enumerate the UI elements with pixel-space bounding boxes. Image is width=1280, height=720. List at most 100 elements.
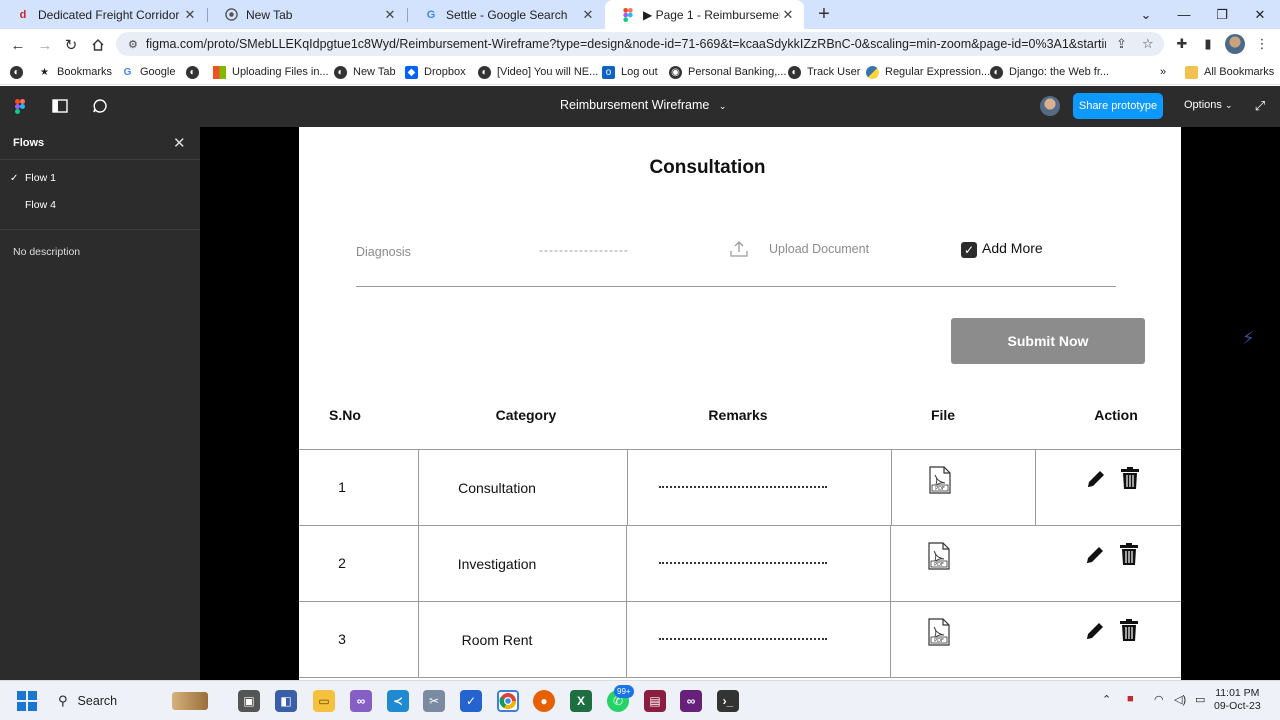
cell-remarks[interactable]: [659, 562, 827, 564]
svg-text:PDF: PDF: [934, 638, 944, 644]
back-icon[interactable]: ←: [7, 34, 29, 56]
bookmark-globe[interactable]: ◐: [186, 63, 205, 81]
tab-title: Dedicated Freight Corridor Corp: [38, 7, 182, 22]
options-menu[interactable]: Options ⌄: [1184, 99, 1233, 111]
comment-icon[interactable]: [91, 97, 109, 115]
windows-start-icon[interactable]: [17, 691, 37, 711]
tray-overflow-icon[interactable]: ⌃: [1102, 693, 1111, 706]
visual-studio-icon[interactable]: ∞: [350, 690, 372, 712]
profile-avatar[interactable]: [1225, 34, 1245, 54]
tab-dfcc[interactable]: d Dedicated Freight Corridor Corp ✕: [0, 0, 206, 29]
bookmark-personal-banking[interactable]: ◉ Personal Banking,...: [669, 63, 786, 81]
todo-icon[interactable]: ✓: [460, 690, 482, 712]
wifi-icon[interactable]: ◠: [1154, 693, 1164, 706]
edit-pencil-icon[interactable]: [1084, 544, 1106, 566]
pdf-file-icon[interactable]: PDF: [927, 542, 951, 570]
bookmark-new-tab[interactable]: ◐ New Tab: [334, 63, 396, 81]
bookmark-folder-bookmarks[interactable]: ★ Bookmarks: [38, 63, 112, 81]
pdf-file-icon[interactable]: PDF: [928, 466, 952, 494]
bookmark-globe[interactable]: ◐: [10, 63, 29, 81]
file-title-text: Reimbursement Wireframe: [560, 98, 710, 112]
submit-now-button[interactable]: Submit Now: [951, 318, 1145, 364]
url-field[interactable]: ⚙ figma.com/proto/SMebLLEKqIdpgtue1c8Wyd…: [116, 32, 1164, 56]
bookmark-django[interactable]: ◐ Django: the Web fr...: [990, 63, 1109, 81]
prototype-side-icon[interactable]: ⚡: [1242, 328, 1264, 350]
sidebar-toggle-icon[interactable]: [51, 97, 69, 115]
maximize-button[interactable]: ❐: [1203, 0, 1241, 29]
close-tab-icon[interactable]: ✕: [182, 7, 198, 23]
share-icon[interactable]: ⇪: [1116, 36, 1127, 52]
cell-remarks[interactable]: [659, 638, 827, 640]
bookmark-dropbox[interactable]: ◆ Dropbox: [405, 63, 466, 81]
delete-trash-icon[interactable]: [1119, 542, 1139, 566]
reload-icon[interactable]: ↻: [60, 34, 82, 56]
search-icon: ⚲: [58, 693, 68, 708]
vscode-icon[interactable]: ≺: [387, 690, 409, 712]
fullscreen-icon[interactable]: ⤢: [1251, 97, 1269, 115]
bookmark-star-icon[interactable]: ☆: [1142, 36, 1154, 52]
visual-studio-purple-icon[interactable]: ∞: [680, 690, 702, 712]
avatar[interactable]: [1040, 96, 1060, 116]
volume-icon[interactable]: ◁): [1174, 693, 1186, 706]
taskbar-search[interactable]: ⚲ Search: [48, 688, 230, 714]
all-bookmarks[interactable]: All Bookmarks: [1185, 63, 1274, 81]
bookmarks-overflow-icon[interactable]: »: [1160, 63, 1166, 81]
forward-icon[interactable]: →: [34, 34, 56, 56]
close-tab-icon[interactable]: ✕: [382, 7, 398, 23]
excel-icon[interactable]: X: [570, 690, 592, 712]
close-tab-icon[interactable]: ✕: [780, 7, 796, 23]
bookmark-log-out[interactable]: o Log out: [602, 63, 658, 81]
bookmark-google[interactable]: G Google: [121, 63, 176, 81]
close-tab-icon[interactable]: ✕: [580, 7, 596, 23]
archive-app-icon[interactable]: ▤: [644, 690, 666, 712]
figma-logo-icon[interactable]: [11, 97, 29, 115]
side-panel-icon[interactable]: ▮: [1198, 34, 1218, 54]
bookmarks-bar: ◐ ★ Bookmarks G Google ◐ Uploading Files i…: [0, 59, 1280, 85]
snipping-tool-icon[interactable]: ✂: [423, 690, 445, 712]
site-info-icon[interactable]: ⚙: [128, 38, 138, 51]
flow-item-1[interactable]: ✓ Flow 1: [0, 166, 200, 190]
bookmark-track-user[interactable]: ◐ Track User: [788, 63, 860, 81]
firefox-icon[interactable]: ●: [533, 690, 555, 712]
home-icon[interactable]: [87, 34, 109, 56]
task-view-icon[interactable]: ▣: [238, 690, 260, 712]
tab-figma-active[interactable]: ▶ Page 1 - Reimbursement Wir ✕: [605, 0, 804, 29]
file-explorer-icon[interactable]: ▭: [313, 690, 335, 712]
flow-item-4[interactable]: Flow 4: [0, 193, 200, 217]
cell-category: Investigation: [457, 556, 537, 572]
upload-icon[interactable]: [729, 239, 749, 259]
close-icon[interactable]: ✕: [173, 134, 186, 152]
tab-google-search[interactable]: G Settle - Google Search ✕: [408, 0, 604, 29]
terminal-icon[interactable]: ›_: [717, 690, 739, 712]
diagnosis-field[interactable]: ------------------: [539, 243, 629, 257]
bookmark-label: All Bookmarks: [1204, 66, 1275, 78]
chrome-icon[interactable]: [497, 690, 519, 712]
delete-trash-icon[interactable]: [1120, 466, 1140, 490]
file-title[interactable]: Reimbursement Wireframe ⌄: [560, 98, 726, 112]
extensions-icon[interactable]: ✚: [1172, 34, 1192, 54]
upload-document-button[interactable]: Upload Document: [769, 242, 869, 256]
security-icon[interactable]: ■: [1127, 693, 1134, 705]
clock[interactable]: 11:01 PM 09-Oct-23: [1214, 687, 1261, 713]
edit-pencil-icon[interactable]: [1085, 468, 1107, 490]
cell-remarks[interactable]: [659, 486, 827, 488]
svg-text:PDF: PDF: [935, 486, 945, 492]
edit-pencil-icon[interactable]: [1084, 620, 1106, 642]
app-icon[interactable]: ◧: [275, 690, 297, 712]
cell-category: Room Rent: [461, 632, 533, 648]
minimize-button[interactable]: —: [1165, 0, 1203, 29]
tab-search-icon[interactable]: ⌄: [1127, 0, 1165, 29]
tab-new-tab[interactable]: New Tab ✕: [208, 0, 406, 29]
share-prototype-button[interactable]: Share prototype: [1073, 93, 1163, 119]
bookmark-uploading-files[interactable]: Uploading Files in...: [213, 63, 329, 81]
new-tab-button[interactable]: +: [813, 3, 835, 25]
chrome-menu-icon[interactable]: ⋮: [1252, 34, 1272, 54]
close-window-button[interactable]: ✕: [1241, 0, 1279, 29]
table-header: S.No Category Remarks File Action: [299, 405, 1181, 450]
bookmark-regular-expression[interactable]: Regular Expression...: [866, 63, 990, 81]
bookmark-video[interactable]: ◐ [Video] You will NE...: [478, 63, 598, 81]
delete-trash-icon[interactable]: [1119, 618, 1139, 642]
battery-icon[interactable]: ▭: [1195, 693, 1205, 706]
add-more-checkbox[interactable]: ✓: [961, 242, 977, 258]
pdf-file-icon[interactable]: PDF: [927, 618, 951, 646]
